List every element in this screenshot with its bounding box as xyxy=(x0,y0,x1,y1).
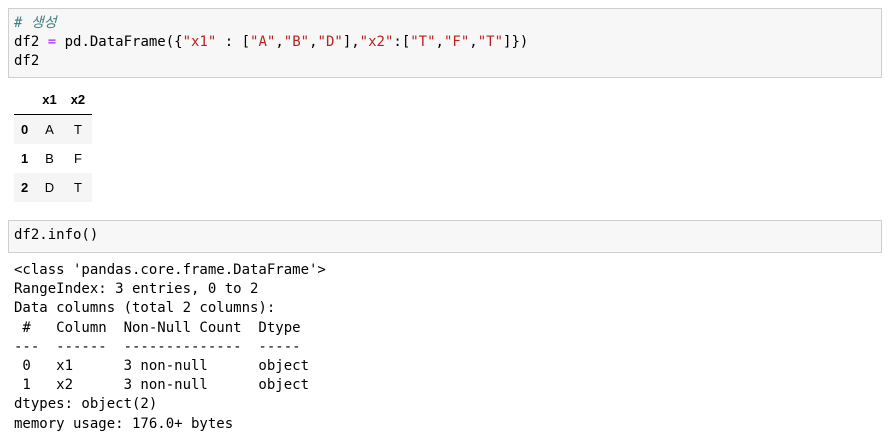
code-cell-info[interactable]: df2.info() xyxy=(8,220,882,253)
table-row: 0 A T xyxy=(14,114,93,144)
table-cell: D xyxy=(44,180,55,195)
table-cell: F xyxy=(73,151,82,166)
output-line: RangeIndex: 3 entries, 0 to 2 xyxy=(14,281,259,298)
row-index: 1 xyxy=(21,151,29,166)
output-line: 0 x1 3 non-null object xyxy=(14,357,310,374)
code-line-assign: df2 = pd.DataFrame({"x1" : ["A","B","D"]… xyxy=(14,34,529,50)
row-index: 0 xyxy=(21,122,29,137)
info-output-stream: <class 'pandas.core.frame.DataFrame'> Ran… xyxy=(14,261,326,434)
table-cell: B xyxy=(45,151,54,166)
output-line: dtypes: object(2) xyxy=(14,396,158,413)
table-cell: T xyxy=(73,122,82,137)
code-comment: # 생성 xyxy=(14,15,57,31)
table-row: 1 B F xyxy=(14,144,92,173)
output-line: <class 'pandas.core.frame.DataFrame'> xyxy=(14,262,326,278)
column-header-x2: x2 xyxy=(63,85,93,115)
code-line-info: df2.info() xyxy=(14,227,99,243)
table-header-row: x1 x2 xyxy=(14,85,93,115)
output-line: memory usage: 176.0+ bytes xyxy=(14,415,234,432)
table-cell: T xyxy=(73,180,82,195)
dataframe-output-table: x1 x2 0 A T 1 B F 2 D T xyxy=(14,85,93,202)
index-header xyxy=(14,85,36,115)
code-line-display: df2 xyxy=(14,53,40,69)
code-cell-create-dataframe[interactable]: # 생성 df2 = pd.DataFrame({"x1" : ["A","B"… xyxy=(8,8,882,78)
output-line: # Column Non-Null Count Dtype xyxy=(14,319,310,336)
output-line: --- ------ -------------- ----- xyxy=(14,338,310,355)
output-line: Data columns (total 2 columns): xyxy=(14,300,276,317)
output-line: 1 x2 3 non-null object xyxy=(14,377,310,394)
table-cell: A xyxy=(45,122,54,137)
column-header-x1: x1 xyxy=(35,85,64,115)
row-index: 2 xyxy=(21,180,29,195)
table-row: 2 D T xyxy=(14,173,93,202)
